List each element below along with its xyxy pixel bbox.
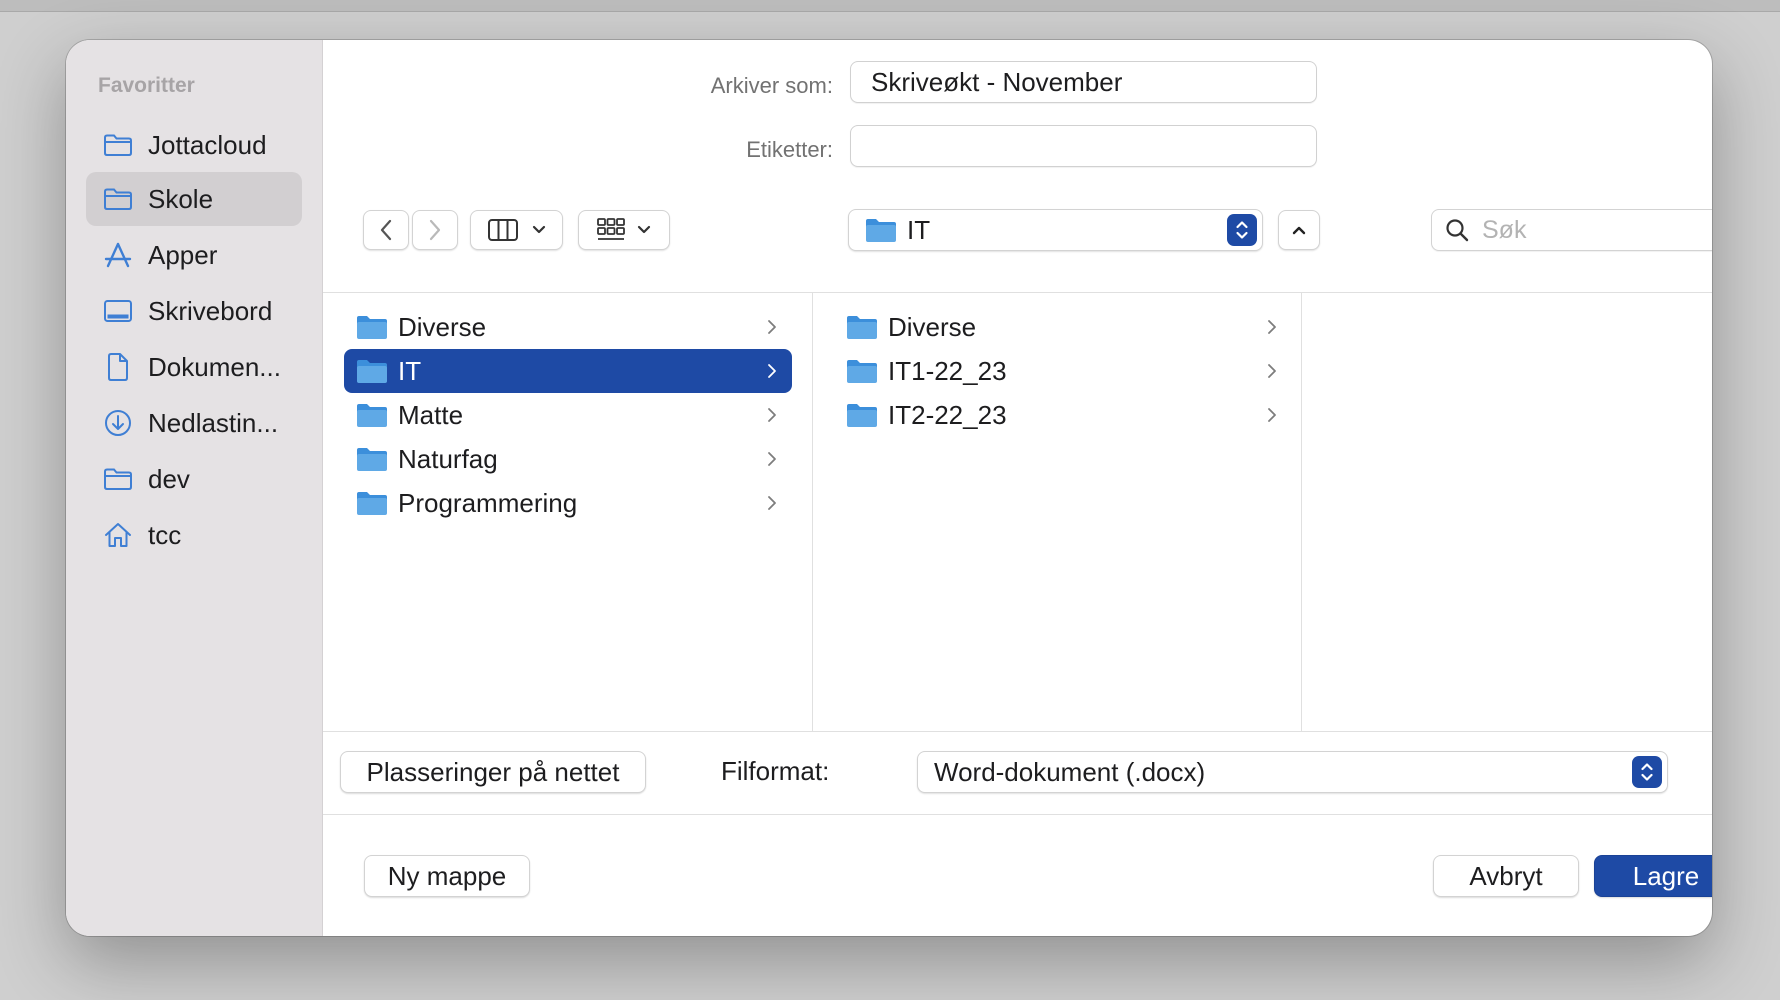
divider [323, 731, 1712, 732]
list-item[interactable]: IT [344, 349, 792, 393]
chevron-right-icon [768, 496, 776, 510]
location-label: IT [907, 214, 931, 245]
folder-icon [357, 492, 387, 515]
location-stepper [1227, 214, 1257, 246]
document-icon [102, 351, 134, 383]
search-field[interactable] [1431, 209, 1712, 251]
chevron-right-icon [1268, 320, 1276, 334]
columns-view-icon [487, 219, 518, 241]
column-divider[interactable] [1301, 293, 1302, 731]
sidebar-item-skrivebord[interactable]: Skrivebord [86, 284, 302, 338]
apps-icon [102, 239, 134, 271]
list-item[interactable]: Diverse [834, 305, 1292, 349]
chevron-right-icon [768, 364, 776, 378]
toggle-expand-button[interactable] [1278, 210, 1320, 250]
list-item[interactable]: IT1-22_23 [834, 349, 1292, 393]
tags-label: Etiketter: [746, 137, 833, 162]
sidebar-item-label: Nedlastin... [148, 407, 279, 438]
sidebar-item-label: dev [148, 463, 190, 494]
sidebar-item-tcc[interactable]: tcc [86, 508, 302, 562]
sidebar-item-label: Jottacloud [148, 129, 267, 160]
folder-icon [357, 404, 387, 427]
main-pane: Arkiver som: Skriveøkt - November Etiket… [323, 40, 1712, 936]
new-folder-button[interactable]: Ny mappe [364, 855, 530, 897]
chevron-down-icon [637, 225, 651, 234]
home-icon [102, 519, 134, 551]
location-popup[interactable]: IT [848, 209, 1263, 251]
chevron-right-icon [768, 408, 776, 422]
sidebar-item-apper[interactable]: Apper [86, 228, 302, 282]
file-format-label: Filformat: [721, 756, 830, 786]
chevron-right-icon [768, 320, 776, 334]
sidebar-item-label: tcc [148, 519, 182, 550]
background-window-strip [0, 0, 1780, 12]
network-locations-button[interactable]: Plasseringer på nettet [340, 751, 646, 793]
divider [323, 814, 1712, 815]
folder-icon [102, 129, 134, 161]
group-by-button[interactable] [578, 210, 670, 250]
list-item[interactable]: Programmering [344, 481, 792, 525]
folder-icon [357, 316, 387, 339]
desktop-icon [102, 295, 134, 327]
chevron-down-icon [532, 225, 545, 234]
column-divider[interactable] [812, 293, 813, 731]
file-format-stepper [1632, 756, 1662, 788]
folder-icon [847, 316, 877, 339]
sidebar-item-label: Dokumen... [148, 351, 281, 382]
chevron-right-icon [1268, 408, 1276, 422]
list-item-name: Diverse [888, 311, 977, 342]
folder-icon [866, 219, 896, 242]
list-item-name: IT1-22_23 [888, 355, 1007, 386]
list-item-name: Matte [398, 399, 464, 430]
grid-group-icon [597, 218, 625, 240]
sidebar-item-label: Apper [148, 239, 218, 270]
folder-icon [847, 404, 877, 427]
search-icon [1446, 219, 1469, 242]
sidebar-item-dev[interactable]: dev [86, 452, 302, 506]
folder-icon [102, 463, 134, 495]
folder-icon [357, 448, 387, 471]
save-as-input[interactable]: Skriveøkt - November [850, 61, 1317, 103]
divider [323, 292, 1712, 293]
chevron-right-icon [768, 452, 776, 466]
chevron-left-icon [380, 219, 392, 241]
sidebar: Favoritter Jottacloud Skole Apper Skrive… [66, 40, 323, 936]
sidebar-item-skole[interactable]: Skole [86, 172, 302, 226]
sidebar-item-label: Skole [148, 183, 214, 214]
sidebar-item-jottacloud[interactable]: Jottacloud [86, 118, 302, 172]
download-icon [102, 407, 134, 439]
cancel-button[interactable]: Avbryt [1433, 855, 1579, 897]
save-button[interactable]: Lagre [1594, 855, 1712, 897]
list-item-name: IT2-22_23 [888, 399, 1007, 430]
search-input[interactable] [1482, 215, 1702, 245]
tags-input[interactable] [850, 125, 1317, 167]
list-item-name: IT [398, 355, 422, 386]
up-down-chevron-icon [1236, 221, 1248, 239]
list-item[interactable]: Matte [344, 393, 792, 437]
chevron-up-icon [1292, 226, 1306, 235]
list-item[interactable]: Naturfag [344, 437, 792, 481]
list-item-name: Diverse [398, 311, 487, 342]
forward-button[interactable] [412, 210, 458, 250]
list-item[interactable]: IT2-22_23 [834, 393, 1292, 437]
sidebar-heading: Favoritter [98, 74, 195, 97]
chevron-right-icon [1268, 364, 1276, 378]
up-down-chevron-icon [1641, 763, 1653, 781]
file-format-popup[interactable]: Word-dokument (.docx) [917, 751, 1668, 793]
sidebar-item-nedlastinger[interactable]: Nedlastin... [86, 396, 302, 450]
file-format-value: Word-dokument (.docx) [934, 756, 1206, 787]
sidebar-item-label: Skrivebord [148, 295, 273, 326]
chevron-right-icon [429, 219, 441, 241]
back-button[interactable] [363, 210, 409, 250]
save-dialog: Favoritter Jottacloud Skole Apper Skrive… [66, 40, 1712, 936]
sidebar-item-dokumenter[interactable]: Dokumen... [86, 340, 302, 394]
list-item[interactable]: Diverse [344, 305, 792, 349]
list-item-name: Programmering [398, 487, 578, 518]
folder-icon [102, 183, 134, 215]
view-columns-button[interactable] [470, 210, 563, 250]
save-as-label: Arkiver som: [710, 73, 833, 98]
list-item-name: Naturfag [398, 443, 498, 474]
folder-icon [847, 360, 877, 383]
folder-icon [357, 360, 387, 383]
